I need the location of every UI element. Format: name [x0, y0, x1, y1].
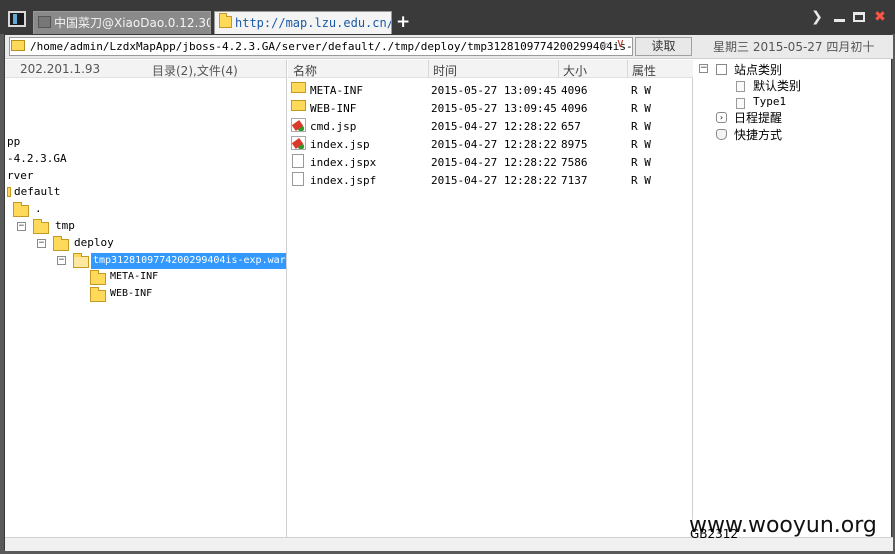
file-row[interactable]: index.jspx 2015-04-27 12:28:22 7586 R W: [288, 154, 693, 172]
jsp-file-icon: [291, 136, 306, 150]
folder-open-icon: [73, 253, 89, 268]
tab-label: 中国菜刀@XiaoDao.0.12.30: [54, 16, 211, 30]
bookmark-panel: − 站点类别 默认类别 Type1 › 日程提醒 快捷方式: [694, 60, 892, 551]
column-name[interactable]: 名称: [293, 62, 317, 79]
app-icon[interactable]: [8, 11, 26, 27]
column-time[interactable]: 时间: [433, 62, 457, 79]
tab-site[interactable]: http://map.lzu.edu.cn/...: [214, 11, 392, 34]
jsp-file-icon: [291, 118, 306, 132]
tree-node-selected[interactable]: − tmp3128109774200299404is-exp.war: [57, 253, 286, 269]
directory-tree-panel: 202.201.1.93 目录(2),文件(4) pp -4.2.3.GA rv…: [5, 60, 287, 537]
default-category[interactable]: 默认类别: [753, 77, 801, 94]
folder-icon: [90, 270, 106, 285]
hand-icon: [716, 129, 727, 140]
collapse-toggle[interactable]: −: [37, 239, 46, 248]
chevron-down-icon[interactable]: ∨: [616, 36, 625, 50]
title-bar: 中国菜刀@XiaoDao.0.12.30 http://map.lzu.edu.…: [0, 0, 895, 34]
dir-file-summary: 目录(2),文件(4): [152, 64, 238, 78]
tab-app-home[interactable]: 中国菜刀@XiaoDao.0.12.30: [33, 11, 211, 34]
collapse-toggle[interactable]: −: [57, 256, 66, 265]
date-display: 星期三 2015-05-27 四月初十: [713, 40, 875, 54]
site-category[interactable]: 站点类别: [734, 61, 782, 78]
folder-icon: [90, 287, 106, 302]
read-button[interactable]: 读取: [635, 37, 692, 56]
folder-icon: [11, 40, 25, 51]
folder-icon: [291, 82, 306, 93]
folder-icon: [291, 100, 306, 111]
file-icon: [292, 172, 304, 186]
tree-node[interactable]: -4.2.3.GA: [7, 152, 67, 166]
file-icon: [736, 98, 745, 109]
file-icon: [292, 154, 304, 168]
column-size[interactable]: 大小: [563, 62, 587, 79]
folder-icon: [219, 13, 232, 28]
clear-icon[interactable]: ±: [600, 38, 609, 51]
collapse-toggle[interactable]: −: [17, 222, 26, 231]
main-window: /home/admin/LzdxMapApp/jboss-4.2.3.GA/se…: [4, 34, 893, 551]
tree-node[interactable]: − deploy: [37, 236, 137, 252]
file-list-header: 名称 时间 大小 属性: [288, 60, 693, 78]
folder-icon: [33, 219, 49, 234]
shortcuts[interactable]: 快捷方式: [734, 126, 782, 143]
server-ip: 202.201.1.93: [20, 62, 101, 76]
encoding-label: GB2312: [690, 527, 739, 541]
type1-category[interactable]: Type1: [753, 95, 786, 108]
chevron-right-icon[interactable]: ❯: [809, 9, 825, 25]
file-row[interactable]: cmd.jsp 2015-04-27 12:28:22 657 R W: [288, 118, 693, 136]
file-icon: [736, 81, 745, 92]
collapse-toggle[interactable]: −: [699, 64, 708, 73]
status-bar: [5, 537, 893, 551]
file-list-panel: 名称 时间 大小 属性 META-INF 2015-05-27 13:09:45…: [288, 60, 693, 551]
minimize-button[interactable]: [834, 19, 845, 22]
tab-label: http://map.lzu.edu.cn/...: [235, 16, 391, 30]
file-row[interactable]: index.jsp 2015-04-27 12:28:22 8975 R W: [288, 136, 693, 154]
address-bar: /home/admin/LzdxMapApp/jboss-4.2.3.GA/se…: [5, 35, 893, 59]
tree-node[interactable]: pp: [7, 135, 20, 149]
file-row[interactable]: WEB-INF 2015-05-27 13:09:45 4096 R W: [288, 100, 693, 118]
close-button[interactable]: ✖: [872, 9, 888, 25]
folder-icon: [53, 236, 69, 251]
path-input[interactable]: /home/admin/LzdxMapApp/jboss-4.2.3.GA/se…: [9, 37, 633, 56]
tree-node[interactable]: − tmp: [17, 219, 97, 235]
maximize-button[interactable]: [853, 12, 865, 22]
new-tab-button[interactable]: +: [396, 12, 410, 32]
file-row[interactable]: META-INF 2015-05-27 13:09:45 4096 R W: [288, 82, 693, 100]
schedule-reminder[interactable]: 日程提醒: [734, 109, 782, 126]
tree-header: 202.201.1.93 目录(2),文件(4): [5, 60, 286, 78]
folder-icon: [7, 187, 11, 197]
tab-icon: [38, 16, 51, 28]
tree-node[interactable]: rver: [7, 169, 34, 183]
column-attr[interactable]: 属性: [632, 62, 656, 79]
folder-icon: [13, 202, 29, 217]
tree-node[interactable]: default: [7, 185, 60, 199]
file-row[interactable]: index.jspf 2015-04-27 12:28:22 7137 R W: [288, 172, 693, 190]
category-icon: [716, 64, 727, 75]
calendar-icon: ›: [716, 112, 727, 123]
